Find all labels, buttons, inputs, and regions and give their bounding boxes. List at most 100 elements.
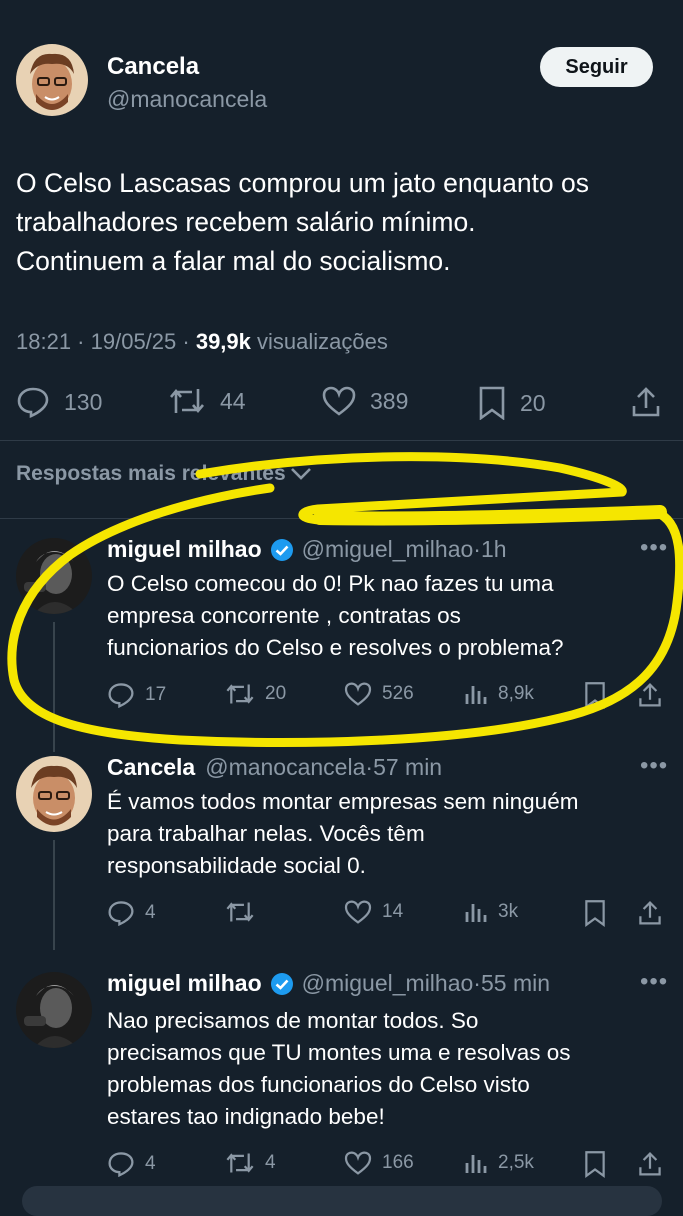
more-options-icon[interactable]: ••• [640,752,668,780]
reply-text: Nao precisamos de montar todos. So preci… [107,1005,667,1133]
like-action[interactable]: 526 [344,682,414,706]
bookmark-action[interactable] [584,681,616,709]
reply-author-handle[interactable]: @manocancela [205,754,365,781]
share-action[interactable] [631,386,675,418]
share-action[interactable] [638,899,672,927]
like-action[interactable]: 14 [344,900,403,924]
bookmark-action[interactable] [584,899,616,927]
avatar[interactable] [16,756,92,832]
reply-author-handle[interactable]: @miguel_milhao [302,536,474,563]
follow-button[interactable]: Seguir [540,47,653,87]
author-handle[interactable]: @manocancela [107,86,267,113]
bookmark-icon [479,386,505,420]
more-options-icon[interactable]: ••• [640,534,668,562]
chevron-down-icon [290,468,311,480]
reply-time[interactable]: 57 min [373,754,442,781]
avatar[interactable] [16,44,88,116]
views-count: 3k [498,901,519,922]
reply-author-handle[interactable]: @miguel_milhao [302,970,474,997]
heart-icon [344,682,372,706]
views-count: 39,9k [195,329,251,354]
views-count: 2,5k [498,1152,534,1173]
views-action[interactable]: 3k [464,900,518,924]
reply-text-line: estares tao indignado bebe! [107,1104,385,1129]
author-name[interactable]: Cancela [107,53,199,81]
sort-dropdown[interactable]: Respostas mais relevantes [16,462,312,486]
heart-icon [344,1151,372,1175]
more-options-icon[interactable]: ••• [640,968,668,996]
reply-header: miguel milhao @miguel_milhao · 1h [107,536,507,563]
reply-text-line: funcionarios do Celso e resolves o probl… [107,635,564,660]
reply-count: 17 [145,684,167,705]
reply-time[interactable]: 55 min [481,970,550,997]
views-chart-icon [465,686,487,704]
reply-author-name[interactable]: Cancela [107,754,195,781]
retweet-action[interactable]: 4 [225,1151,276,1175]
retweet-action[interactable] [225,900,265,924]
tweet-text-line: trabalhadores recebem salário mínimo. [16,207,476,237]
avatar[interactable] [16,972,92,1048]
retweet-icon [226,902,254,922]
like-action[interactable]: 166 [344,1151,414,1175]
retweet-action[interactable]: 20 [225,682,286,706]
reply-text: O Celso comecou do 0! Pk nao fazes tu um… [107,568,667,664]
tweet-text-line: Continuem a falar mal do socialismo. [16,246,451,276]
tweet-date[interactable]: 19/05/25 [91,329,177,354]
reply-author-name[interactable]: miguel milhao [107,536,262,563]
reply-time[interactable]: 1h [481,536,507,563]
reply-action[interactable]: 4 [107,1151,156,1177]
separator-dot: · [473,970,481,996]
like-count: 14 [382,901,404,922]
reply-count: 130 [64,388,103,415]
views-action[interactable]: 8,9k [464,682,534,706]
reply-action[interactable]: 4 [107,900,156,926]
retweet-icon [226,1153,254,1173]
like-action[interactable]: 389 [322,386,408,416]
reply-icon [17,387,49,418]
reply-text-line: problemas dos funcionarios do Celso vist… [107,1072,530,1097]
reply-author-name[interactable]: miguel milhao [107,970,262,997]
tweet-text-line: O Celso Lascasas comprou um jato enquant… [16,168,590,198]
share-action[interactable] [638,681,672,709]
reply-text-line: Nao precisamos de montar todos. So [107,1008,479,1033]
bookmark-action[interactable] [584,1150,616,1178]
thread-line [53,840,55,950]
retweet-action[interactable]: 44 [168,386,246,416]
tweet-time[interactable]: 18:21 [16,329,71,354]
views-chart-icon [465,904,487,922]
reply-icon [108,683,134,708]
share-icon [639,901,661,925]
reply-action[interactable]: 130 [16,386,102,418]
tweet-meta: 18:21 · 19/05/25 · 39,9k visualizações [16,329,388,354]
separator-dot: · [365,754,374,780]
retweet-icon [170,388,204,414]
reply-text: É vamos todos montar empresas sem ningué… [107,786,667,882]
reply-text-line: precisamos que TU montes uma e resolvas … [107,1040,571,1065]
reply-count: 4 [145,902,156,923]
views-action[interactable]: 2,5k [464,1151,534,1175]
bookmark-action[interactable]: 20 [478,386,546,420]
like-count: 166 [382,1152,414,1173]
reply-composer[interactable] [22,1186,662,1216]
views-label: visualizações [257,329,388,354]
avatar[interactable] [16,538,92,614]
reply-text-line: responsabilidade social 0. [107,853,366,878]
heart-icon [322,386,356,416]
reply-icon [108,1152,134,1177]
reply-action[interactable]: 17 [107,682,166,708]
heart-icon [344,900,372,924]
thread-line [53,622,55,752]
reply-count: 4 [145,1153,156,1174]
like-count: 526 [382,683,414,704]
views-count: 8,9k [498,683,534,704]
share-action[interactable] [638,1150,672,1178]
share-icon [632,387,660,417]
reply-header: Cancela @manocancela · 57 min [107,754,442,781]
like-count: 389 [370,387,409,414]
share-icon [639,1152,661,1176]
retweet-count: 20 [265,683,287,704]
tweet-text: O Celso Lascasas comprou um jato enquant… [16,164,666,281]
verified-badge-icon [270,972,293,995]
retweet-count: 4 [265,1152,276,1173]
bookmark-icon [585,1151,605,1178]
